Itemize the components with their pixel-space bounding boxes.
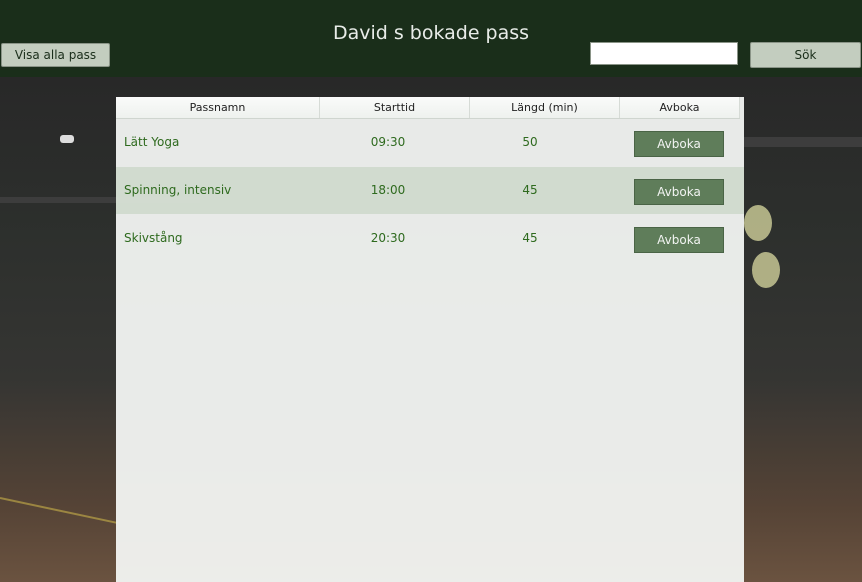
length-cell: 45 <box>522 231 538 245</box>
table-header: Passnamn Starttid Längd (min) Avboka <box>116 97 740 119</box>
balloon-decoration <box>752 252 780 288</box>
cancel-booking-button[interactable]: Avboka <box>634 131 724 157</box>
search-input[interactable] <box>590 42 738 65</box>
ceiling-light <box>60 135 74 143</box>
cancel-booking-button[interactable]: Avboka <box>634 227 724 253</box>
column-header-start[interactable]: Starttid <box>320 97 470 118</box>
start-time-cell: 20:30 <box>370 231 406 245</box>
table-row[interactable]: Spinning, intensiv 18:00 45 Avboka <box>116 167 744 214</box>
column-header-length[interactable]: Längd (min) <box>470 97 620 118</box>
cancel-booking-button[interactable]: Avboka <box>634 179 724 205</box>
table-row[interactable]: Lätt Yoga 09:30 50 Avboka <box>116 119 744 166</box>
column-header-name[interactable]: Passnamn <box>116 97 320 118</box>
balloon-decoration <box>744 205 772 241</box>
class-name-cell: Skivstång <box>124 231 183 245</box>
page-title: David s bokade pass <box>332 22 530 44</box>
class-name-cell: Spinning, intensiv <box>124 183 232 197</box>
length-cell: 50 <box>522 135 538 149</box>
start-time-cell: 18:00 <box>370 183 406 197</box>
class-name-cell: Lätt Yoga <box>124 135 180 149</box>
column-header-cancel[interactable]: Avboka <box>620 97 740 118</box>
search-button[interactable]: Sök <box>750 42 861 68</box>
floor-marking <box>0 497 118 524</box>
ceiling-beam <box>744 137 862 147</box>
length-cell: 45 <box>522 183 538 197</box>
table-row[interactable]: Skivstång 20:30 45 Avboka <box>116 215 744 262</box>
show-all-classes-button[interactable]: Visa alla pass <box>1 43 110 67</box>
booked-classes-table: Passnamn Starttid Längd (min) Avboka Lät… <box>116 97 744 582</box>
header-bar: Visa alla pass David s bokade pass Sök <box>0 0 862 77</box>
start-time-cell: 09:30 <box>370 135 406 149</box>
